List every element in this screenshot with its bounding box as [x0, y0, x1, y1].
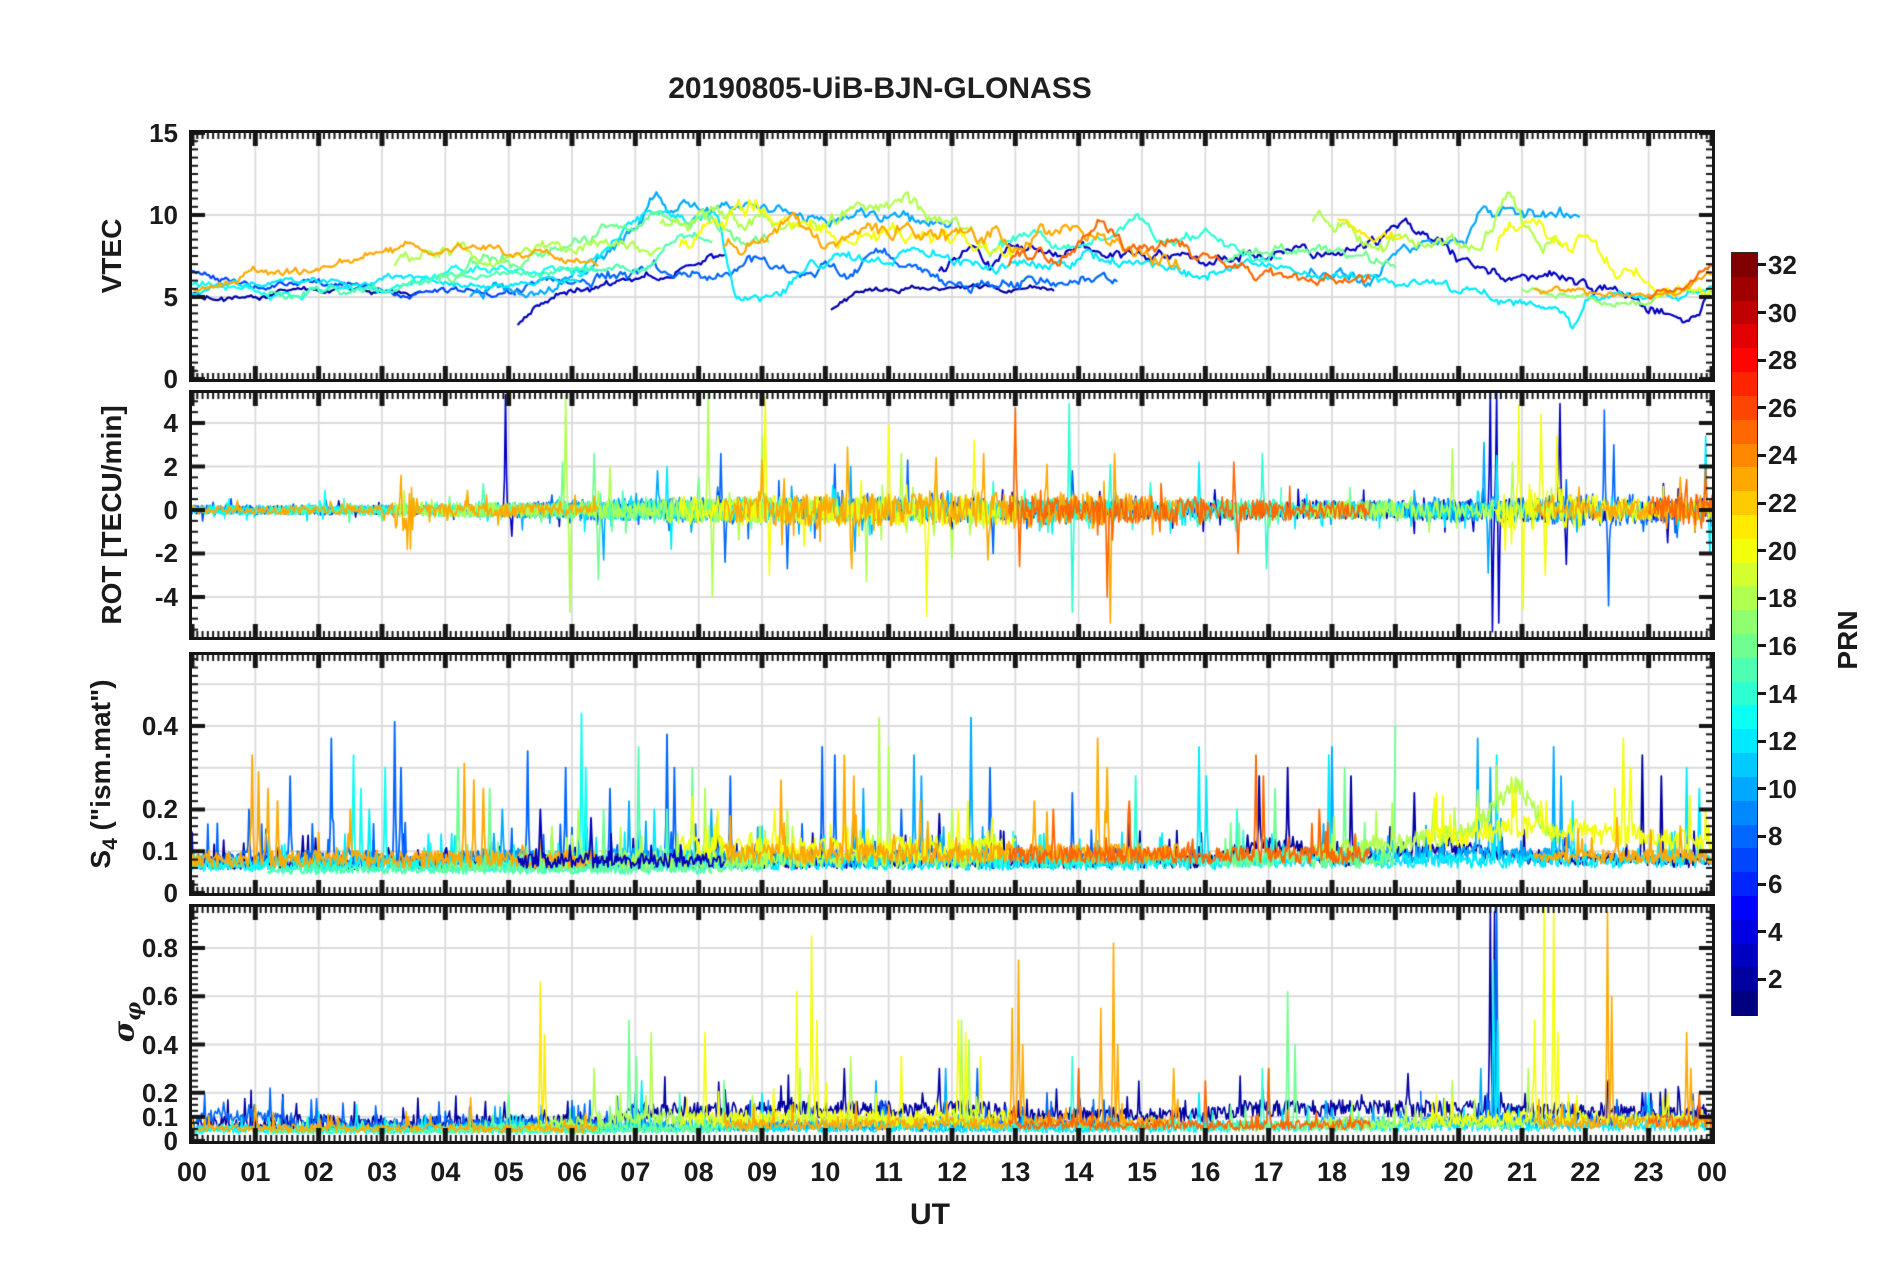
y-tick-label: 0.8 — [141, 933, 178, 963]
colorbar-tick-mark — [1757, 834, 1766, 838]
x-tick-label: 00 — [1696, 1157, 1728, 1187]
colorbar-segment-prn-19 — [1732, 562, 1757, 587]
y-tick-label: 2 — [163, 451, 178, 482]
colorbar-tick-label: 18 — [1768, 583, 1797, 614]
colorbar-tick-mark — [1757, 549, 1766, 553]
colorbar-segment-prn-25 — [1732, 419, 1757, 444]
colorbar-segment-prn-21 — [1732, 514, 1757, 540]
colorbar-segment-prn-7 — [1732, 848, 1757, 873]
colorbar-tick-label: 14 — [1768, 678, 1797, 709]
colorbar-segment-prn-1 — [1732, 991, 1757, 1016]
y-tick-label: 5 — [163, 282, 178, 312]
colorbar-segment-prn-3 — [1732, 943, 1757, 968]
colorbar-tick-mark — [1757, 787, 1766, 791]
colorbar-segment-prn-17 — [1732, 610, 1757, 635]
colorbar-segment-prn-28 — [1732, 348, 1757, 373]
colorbar-segment-prn-4 — [1732, 919, 1757, 945]
plot-panel-vtec — [189, 130, 1715, 382]
colorbar-tick-mark — [1757, 358, 1766, 362]
colorbar-segment-prn-10 — [1732, 776, 1757, 802]
colorbar-segment-prn-12 — [1732, 729, 1757, 754]
colorbar-tick-mark — [1757, 501, 1766, 505]
colorbar-tick-mark — [1757, 263, 1766, 267]
y-tick-label: 0.4 — [141, 1029, 178, 1060]
panel-s4-canvas — [192, 655, 1712, 893]
plot-panel-s4 — [189, 652, 1715, 896]
colorbar-segment-prn-27 — [1732, 372, 1757, 397]
colorbar-tick-mark — [1757, 596, 1766, 600]
y-tick-label: 0 — [163, 878, 178, 908]
colorbar-segment-prn-15 — [1732, 657, 1757, 683]
colorbar-tick-label: 8 — [1768, 821, 1783, 852]
colorbar-tick-label: 20 — [1768, 535, 1797, 566]
colorbar-tick-mark — [1757, 739, 1766, 743]
colorbar-tick-label: 6 — [1768, 869, 1783, 900]
colorbar-segment-prn-18 — [1732, 586, 1757, 611]
y-tick-label: 0 — [163, 494, 178, 525]
colorbar-tick-label: 4 — [1768, 916, 1783, 947]
colorbar-segment-prn-5 — [1732, 895, 1757, 921]
plot-panel-rot — [189, 390, 1715, 640]
colorbar-segment-prn-31 — [1732, 276, 1757, 302]
glonass-ionosphere-figure: 20190805-UiB-BJN-GLONASS VTEC ROT [TECU/… — [0, 0, 1902, 1272]
colorbar-segment-prn-2 — [1732, 967, 1757, 992]
panel-sigma-phi-canvas — [192, 907, 1712, 1141]
y-tick-label: 4 — [163, 408, 178, 438]
colorbar-tick-label: 28 — [1768, 345, 1797, 376]
colorbar-segment-prn-6 — [1732, 872, 1757, 897]
colorbar-tick-mark — [1757, 692, 1766, 696]
y-tick-label: 10 — [149, 200, 178, 230]
colorbar-segment-prn-30 — [1732, 300, 1757, 325]
colorbar-tick-label: 26 — [1768, 392, 1797, 423]
y-tick-label: 0.2 — [141, 1077, 178, 1108]
chart-title: 20190805-UiB-BJN-GLONASS — [668, 72, 1092, 105]
colorbar-tick-label: 30 — [1768, 297, 1797, 328]
x-axis-label: UT — [910, 1198, 950, 1231]
colorbar-segment-prn-9 — [1732, 800, 1757, 825]
colorbar-tick-mark — [1757, 453, 1766, 457]
colorbar-tick-label: 12 — [1768, 726, 1797, 757]
colorbar — [1731, 252, 1758, 1016]
colorbar-tick-label: 24 — [1768, 440, 1797, 471]
y-tick-label: 0.2 — [141, 794, 178, 825]
panel-vtec-canvas — [192, 133, 1712, 379]
plot-panel-sigma-phi — [189, 904, 1715, 1144]
colorbar-segment-prn-14 — [1732, 681, 1757, 706]
colorbar-segment-prn-11 — [1732, 753, 1757, 778]
colorbar-tick-label: 16 — [1768, 630, 1797, 661]
colorbar-segment-prn-26 — [1732, 395, 1757, 421]
colorbar-tick-mark — [1757, 406, 1766, 410]
y-tick-label: 0 — [163, 364, 178, 394]
colorbar-tick-mark — [1757, 977, 1766, 981]
colorbar-tick-label: 22 — [1768, 488, 1797, 519]
colorbar-segment-prn-20 — [1732, 538, 1757, 564]
colorbar-tick-label: 10 — [1768, 773, 1797, 804]
colorbar-tick-label: 2 — [1768, 964, 1783, 995]
y-tick-label: 0.6 — [141, 981, 178, 1012]
colorbar-segment-prn-13 — [1732, 705, 1757, 730]
colorbar-tick-mark — [1757, 311, 1766, 315]
colorbar-segment-prn-16 — [1732, 634, 1757, 659]
panel-rot-canvas — [192, 393, 1712, 637]
colorbar-segment-prn-23 — [1732, 467, 1757, 492]
colorbar-tick-mark — [1757, 644, 1766, 648]
y-tick-label: -4 — [154, 581, 178, 612]
y-tick-label: -2 — [154, 538, 178, 569]
colorbar-segment-prn-29 — [1732, 324, 1757, 349]
colorbar-segment-prn-32 — [1732, 253, 1757, 278]
colorbar-tick-label: 32 — [1768, 249, 1797, 280]
y-tick-label: 15 — [149, 118, 178, 148]
colorbar-segment-prn-8 — [1732, 824, 1757, 849]
colorbar-segment-prn-22 — [1732, 491, 1757, 516]
y-tick-label: 0.4 — [141, 710, 178, 741]
colorbar-segment-prn-24 — [1732, 443, 1757, 468]
y-tick-label: 0.1 — [141, 836, 178, 867]
colorbar-tick-mark — [1757, 930, 1766, 934]
colorbar-tick-mark — [1757, 882, 1766, 886]
